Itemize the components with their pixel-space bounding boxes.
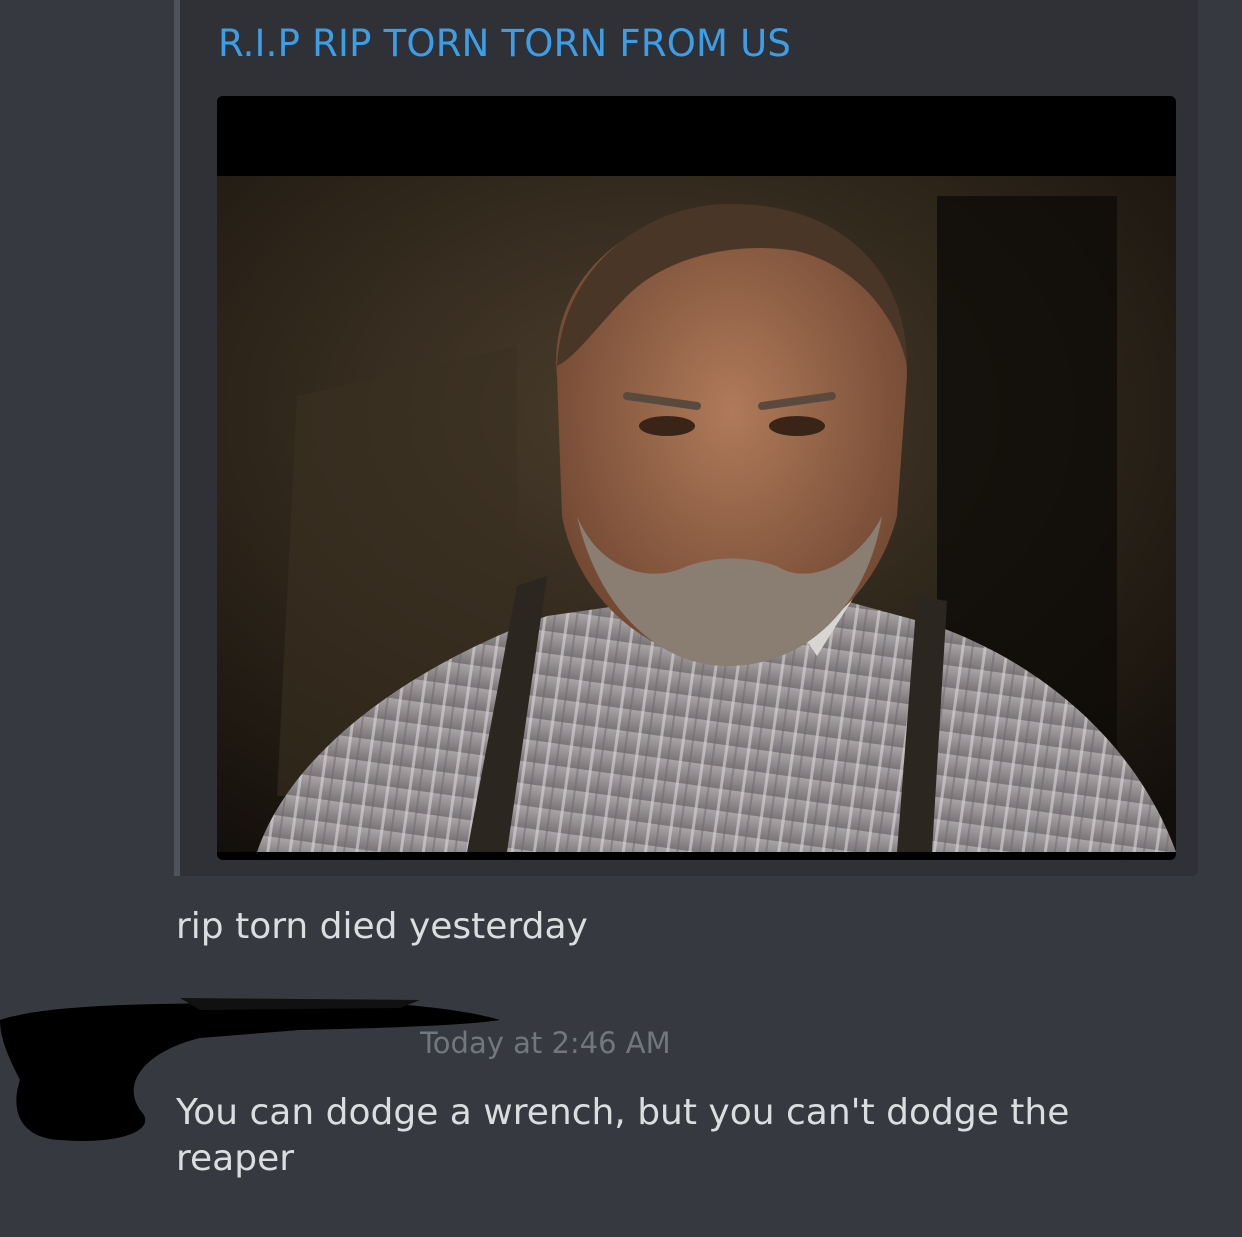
- message-text: rip torn died yesterday: [176, 906, 588, 947]
- link-embed: R.I.P RIP TORN TORN FROM US: [174, 0, 1198, 876]
- embed-image[interactable]: [217, 96, 1176, 860]
- portrait-photo: [217, 96, 1176, 852]
- message-timestamp: Today at 2:46 AM: [420, 1026, 671, 1060]
- embed-title-link[interactable]: R.I.P RIP TORN TORN FROM US: [218, 22, 791, 65]
- message-text: You can dodge a wrench, but you can't do…: [176, 1092, 1070, 1179]
